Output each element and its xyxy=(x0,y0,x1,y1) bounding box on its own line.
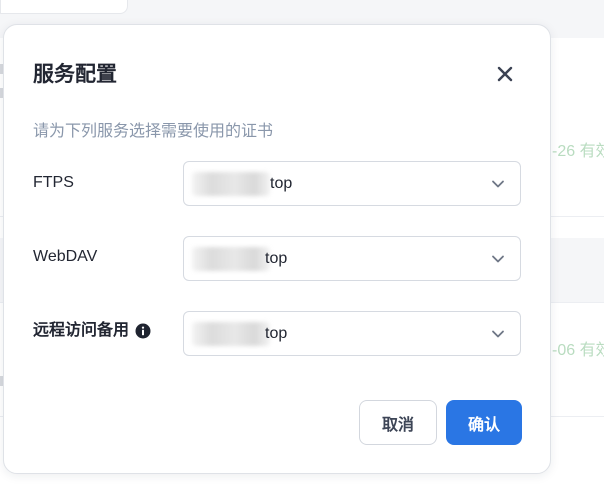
close-button[interactable] xyxy=(492,61,518,87)
background-top-card xyxy=(0,0,128,14)
background-expiry-date: -06 有效 xyxy=(552,342,604,359)
certificate-select-remote-access[interactable]: top xyxy=(183,311,521,356)
field-label-text: 远程访问备用 xyxy=(33,322,130,339)
certificate-select-ftps[interactable]: top xyxy=(183,161,521,206)
redacted-domain xyxy=(192,172,270,196)
field-label-ftps: FTPS xyxy=(33,173,74,193)
redacted-domain xyxy=(192,322,270,346)
info-icon[interactable] xyxy=(135,323,151,339)
certificate-select-webdav[interactable]: top xyxy=(183,236,521,281)
field-label-remote-access: 远程访问备用 xyxy=(33,321,151,341)
field-label-webdav: WebDAV xyxy=(33,247,97,267)
service-config-dialog: 服务配置 请为下列服务选择需要使用的证书 FTPS top WebDAV top… xyxy=(3,24,551,474)
field-label-text: FTPS xyxy=(33,174,74,191)
close-icon xyxy=(497,66,513,82)
field-label-text: WebDAV xyxy=(33,248,98,265)
chevron-down-icon xyxy=(492,255,504,263)
redacted-domain xyxy=(192,247,270,271)
chevron-down-icon xyxy=(492,330,504,338)
select-value: top xyxy=(270,175,293,192)
dialog-title: 服务配置 xyxy=(33,63,117,86)
confirm-button[interactable]: 确认 xyxy=(446,400,522,445)
dialog-subtitle: 请为下列服务选择需要使用的证书 xyxy=(33,123,274,140)
chevron-down-icon xyxy=(492,180,504,188)
select-value: top xyxy=(265,325,288,342)
cancel-button[interactable]: 取消 xyxy=(359,400,437,445)
background-expiry-date: -26 有效 xyxy=(552,143,604,160)
select-value: top xyxy=(265,250,288,267)
